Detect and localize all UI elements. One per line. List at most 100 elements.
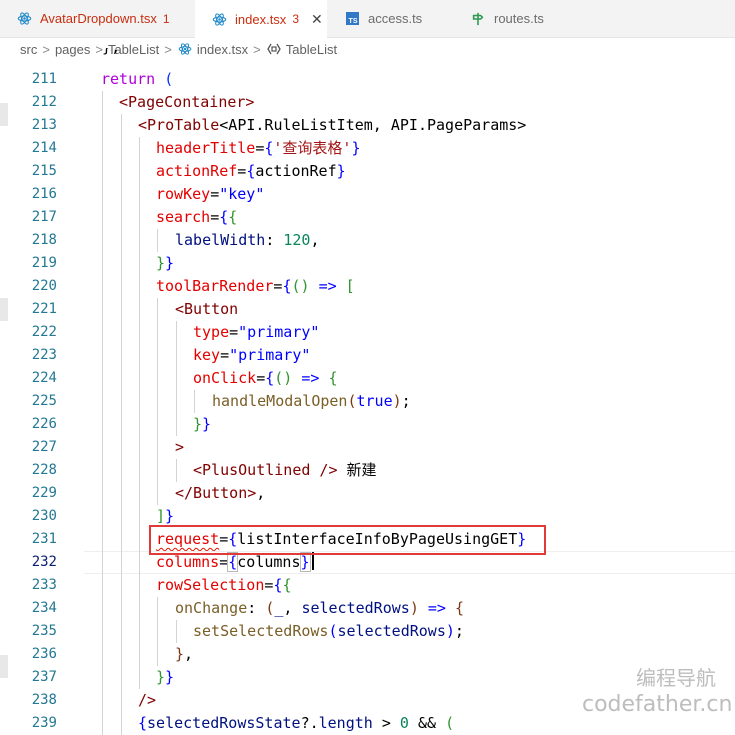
line-number: 236 <box>31 646 57 662</box>
line-number: 238 <box>31 692 57 708</box>
code-text: }} <box>156 668 175 686</box>
code-text: rowKey="key" <box>156 185 265 203</box>
code-text: <PageContainer> <box>119 93 255 111</box>
watermark-title: 编程导航 <box>636 666 716 690</box>
line-number: 229 <box>31 485 57 501</box>
code-text: search={{ <box>156 208 238 226</box>
tab-routes[interactable]: routes.ts <box>454 0 576 37</box>
code-line: 234 onChange: (_, selectedRows) => { <box>0 597 735 620</box>
code-line: 228 <PlusOutlined /> 新建 <box>0 459 735 482</box>
code-text: {selectedRowsState?.length > 0 && ( <box>138 714 455 732</box>
code-line: 229 </Button>, <box>0 482 735 505</box>
line-number: 225 <box>31 393 57 409</box>
code-line: 222 type="primary" <box>0 321 735 344</box>
line-number: 234 <box>31 600 57 616</box>
code-line: 226 }} <box>0 413 735 436</box>
line-number: 220 <box>31 278 57 294</box>
code-text: }, <box>175 645 194 663</box>
line-number: 212 <box>31 94 57 110</box>
line-number: 221 <box>31 301 57 317</box>
code-text: headerTitle={'查询表格'} <box>156 139 361 157</box>
ts-icon-label: TS <box>345 12 359 25</box>
code-text: <Button <box>175 300 239 318</box>
tab-access[interactable]: TS access.ts <box>328 0 454 37</box>
code-line: 217 search={{ <box>0 206 735 229</box>
code-line: 233 rowSelection={{ <box>0 574 735 597</box>
line-number: 232 <box>31 554 57 570</box>
react-icon <box>16 11 32 27</box>
line-number: 213 <box>31 117 57 133</box>
code-line: 216 rowKey="key" <box>0 183 735 206</box>
line-number: 218 <box>31 232 57 248</box>
code-text: onChange: (_, selectedRows) => { <box>175 599 464 617</box>
code-text: type="primary" <box>193 323 320 341</box>
code-line: 227 > <box>0 436 735 459</box>
line-number: 224 <box>31 370 57 386</box>
code-line: }; <box>0 48 735 62</box>
problem-count-badge: 3 <box>292 12 299 26</box>
code-line: 219 }} <box>0 252 735 275</box>
route-icon <box>470 11 486 27</box>
watermark-url: codefather.cn <box>582 692 733 717</box>
code-text: /> <box>138 691 157 709</box>
line-number: 215 <box>31 163 57 179</box>
code-line: 215 actionRef={actionRef} <box>0 160 735 183</box>
line-number: 223 <box>31 347 57 363</box>
line-number: 237 <box>31 669 57 685</box>
line-number: 214 <box>31 140 57 156</box>
code-line: 224 onClick={() => { <box>0 367 735 390</box>
highlight-annotation-box <box>149 525 546 555</box>
code-text: labelWidth: 120, <box>175 231 320 249</box>
code-text: handleModalOpen(true); <box>212 392 411 410</box>
code-text: rowSelection={{ <box>156 576 292 594</box>
line-number: 235 <box>31 623 57 639</box>
code-text: }; <box>84 48 120 59</box>
code-line: 218 labelWidth: 120, <box>0 229 735 252</box>
code-line: 220 toolBarRender={() => [ <box>0 275 735 298</box>
line-number: 227 <box>31 439 57 455</box>
line-number: 233 <box>31 577 57 593</box>
code-text: <PlusOutlined /> 新建 <box>193 461 377 479</box>
line-number: 231 <box>31 531 57 547</box>
react-icon <box>211 11 227 27</box>
line-number: 239 <box>31 715 57 731</box>
code-text: key="primary" <box>193 346 311 364</box>
tab-label: access.ts <box>368 11 423 26</box>
code-line: 221 <Button <box>0 298 735 321</box>
code-line: 212 <PageContainer> <box>0 91 735 114</box>
line-number: 226 <box>31 416 57 432</box>
tab-label: routes.ts <box>494 11 544 26</box>
code-text: onClick={() => { <box>193 369 338 387</box>
tab-label: AvatarDropdown.tsx <box>40 11 157 26</box>
ts-icon: TS <box>344 11 360 27</box>
line-number: 219 <box>31 255 57 271</box>
code-text: }} <box>193 415 212 433</box>
code-text: <ProTable<API.RuleListItem, API.PagePara… <box>138 116 527 134</box>
code-line: 237 }} <box>0 666 735 689</box>
line-number: 217 <box>31 209 57 225</box>
tab-avatar-dropdown[interactable]: AvatarDropdown.tsx 1 <box>0 0 188 37</box>
code-text: </Button>, <box>175 484 266 502</box>
code-line: 223 key="primary" <box>0 344 735 367</box>
code-text: return ( <box>101 70 174 88</box>
code-text: toolBarRender={() => [ <box>156 277 355 295</box>
code-text: setSelectedRows(selectedRows); <box>193 622 464 640</box>
code-text: actionRef={actionRef} <box>156 162 346 180</box>
problem-count-badge: 1 <box>162 11 170 26</box>
code-line: 236 }, <box>0 643 735 666</box>
code-text: }} <box>156 254 175 272</box>
tab-label: index.tsx <box>235 11 287 27</box>
close-icon[interactable]: ✕ <box>311 11 323 28</box>
line-number: 216 <box>31 186 57 202</box>
editor-tab-bar: AvatarDropdown.tsx 1 index.tsx 3 ✕ TS ac… <box>0 0 735 38</box>
line-number: 228 <box>31 462 57 478</box>
code-line: 235 setSelectedRows(selectedRows); <box>0 620 735 643</box>
line-number: 211 <box>31 71 57 87</box>
code-line: 213 <ProTable<API.RuleListItem, API.Page… <box>0 114 735 137</box>
tab-index[interactable]: index.tsx 3 ✕ <box>195 0 327 38</box>
line-number: 222 <box>31 324 57 340</box>
code-line: 225 handleModalOpen(true); <box>0 390 735 413</box>
code-text: > <box>175 438 185 456</box>
line-number: 230 <box>31 508 57 524</box>
code-line: 214 headerTitle={'查询表格'} <box>0 137 735 160</box>
